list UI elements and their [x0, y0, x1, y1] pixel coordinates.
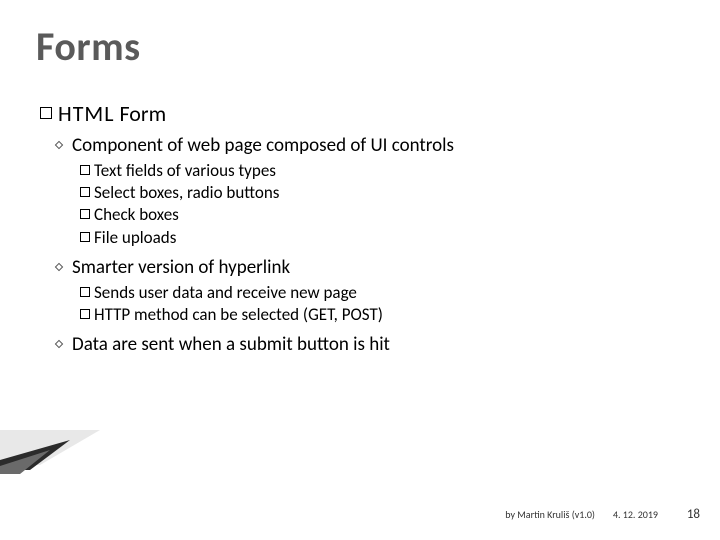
- corner-decoration: [0, 430, 110, 475]
- slide-body: HTML Form Component of web page composed…: [40, 100, 680, 360]
- sub-list-item: Text fields of various types: [80, 160, 680, 182]
- heading-level1: HTML Form: [40, 100, 680, 129]
- square-bullet-icon: [80, 309, 90, 319]
- diamond-bullet-icon: [55, 262, 63, 270]
- sub-list-item: File uploads: [80, 227, 680, 249]
- list-item-text: Data are sent when a submit button is hi…: [72, 332, 390, 358]
- square-bullet-icon: [40, 107, 52, 119]
- sub-list-item-text: File uploads: [94, 227, 176, 249]
- footer-date: 4. 12. 2019: [613, 508, 658, 521]
- sub-list-item-text: Select boxes, radio buttons: [94, 182, 279, 204]
- square-bullet-icon: [80, 287, 90, 297]
- list-item: Smarter version of hyperlink: [56, 255, 680, 281]
- heading-rest: Form: [119, 100, 166, 127]
- list-item-text: Component of web page composed of UI con…: [72, 133, 454, 159]
- sub-list-item-text: Check boxes: [94, 204, 179, 226]
- page-number: 18: [676, 507, 700, 522]
- slide-footer: by Martin Kruliš (v1.0) 4. 12. 2019 18: [0, 507, 720, 522]
- square-bullet-icon: [80, 187, 90, 197]
- square-bullet-icon: [80, 165, 90, 175]
- sub-list-item: HTTP method can be selected (GET, POST): [80, 304, 680, 326]
- square-bullet-icon: [80, 209, 90, 219]
- heading-first-word: HTML: [58, 100, 115, 127]
- list-item-text: Smarter version of hyperlink: [72, 255, 290, 281]
- sub-list-item-text: Sends user data and receive new page: [94, 282, 357, 304]
- sub-list-item: Select boxes, radio buttons: [80, 182, 680, 204]
- sub-list-item-text: HTTP method can be selected (GET, POST): [94, 304, 383, 326]
- footer-author: by Martin Kruliš (v1.0): [505, 508, 595, 521]
- diamond-bullet-icon: [55, 140, 63, 148]
- sub-list-item-text: Text fields of various types: [94, 160, 276, 182]
- sub-list-item: Check boxes: [80, 204, 680, 226]
- square-bullet-icon: [80, 232, 90, 242]
- sub-list-item: Sends user data and receive new page: [80, 282, 680, 304]
- list-item: Data are sent when a submit button is hi…: [56, 332, 680, 358]
- list-item: Component of web page composed of UI con…: [56, 133, 680, 159]
- slide-title: Forms: [36, 22, 141, 71]
- diamond-bullet-icon: [55, 340, 63, 348]
